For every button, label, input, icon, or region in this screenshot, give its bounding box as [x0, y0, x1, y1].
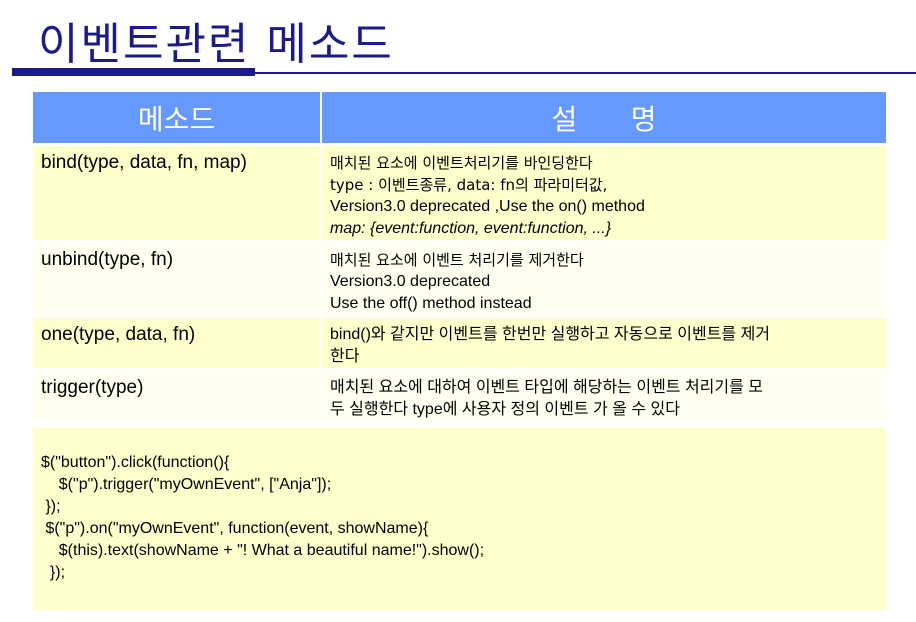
title-underline-thin: [255, 72, 916, 74]
page-title: 이벤트관련 메소드: [38, 19, 394, 70]
description-cell: 매치된 요소에 대하여 이벤트 타입에 해당하는 이벤트 처리기를 모 두 실행…: [321, 368, 886, 421]
method-name: one(type, data, fn): [41, 324, 196, 345]
table-row: bind(type, data, fn, map) 매치된 요소에 이벤트처리기…: [33, 143, 886, 242]
description-line: bind()와 같지만 이벤트를 한번만 실행하고 자동으로 이벤트를 제거: [330, 326, 771, 343]
header-method: 메소드: [33, 92, 322, 145]
table-row: trigger(type) 매치된 요소에 대하여 이벤트 타입에 해당하는 이…: [33, 368, 886, 421]
description-line: 매치된 요소에 대하여 이벤트 타입에 해당하는 이벤트 처리기를 모: [330, 379, 764, 396]
method-cell: bind(type, data, fn, map): [33, 143, 322, 242]
code-line: });: [41, 564, 66, 581]
description-line: map: {event:function, event:function, ..…: [330, 220, 612, 237]
title-underline-thick: [12, 68, 255, 76]
description-line: 한다: [330, 348, 360, 365]
description-cell: 매치된 요소에 이벤트 처리기를 제거한다 Version3.0 depreca…: [321, 240, 886, 317]
description-cell: 매치된 요소에 이벤트처리기를 바인딩한다 type : 이벤트종류, data…: [321, 143, 886, 242]
methods-table: 메소드 설 명 bind(type, data, fn, map) 매치된 요소…: [33, 92, 886, 421]
code-line: $("p").on("myOwnEvent", function(event, …: [41, 520, 429, 537]
description-line: Version3.0 deprecated ,Use the on() meth…: [330, 198, 645, 215]
code-line: $(this).text(showName + "! What a beauti…: [41, 542, 485, 559]
code-example-block: $("button").click(function(){ $("p").tri…: [33, 428, 886, 610]
code-line: });: [41, 498, 61, 515]
description-line: 매치된 요소에 이벤트 처리기를 제거한다: [330, 251, 584, 269]
description-line: type : 이벤트종류, data: fn의 파라미터값,: [330, 176, 608, 194]
description-cell: bind()와 같지만 이벤트를 한번만 실행하고 자동으로 이벤트를 제거 한…: [321, 315, 886, 370]
code-line: $("p").trigger("myOwnEvent", ["Anja"]);: [41, 476, 332, 493]
method-cell: unbind(type, fn): [33, 240, 322, 317]
method-name: bind(type, data, fn, map): [41, 152, 247, 173]
method-name: unbind(type, fn): [41, 249, 174, 270]
header-description: 설 명: [321, 92, 886, 145]
code-line: $("button").click(function(){: [41, 454, 230, 471]
method-name: trigger(type): [41, 377, 144, 398]
table-row: one(type, data, fn) bind()와 같지만 이벤트를 한번만…: [33, 315, 886, 370]
method-cell: one(type, data, fn): [33, 315, 322, 370]
method-cell: trigger(type): [33, 368, 322, 421]
table-header-row: 메소드 설 명: [33, 92, 886, 145]
description-line: Use the off() method instead: [330, 295, 532, 312]
description-line: 두 실행한다 type에 사용자 정의 이벤트 가 올 수 있다: [330, 401, 680, 418]
description-line: Version3.0 deprecated: [330, 273, 491, 290]
description-line: 매치된 요소에 이벤트처리기를 바인딩한다: [330, 154, 593, 172]
table-row: unbind(type, fn) 매치된 요소에 이벤트 처리기를 제거한다 V…: [33, 240, 886, 317]
